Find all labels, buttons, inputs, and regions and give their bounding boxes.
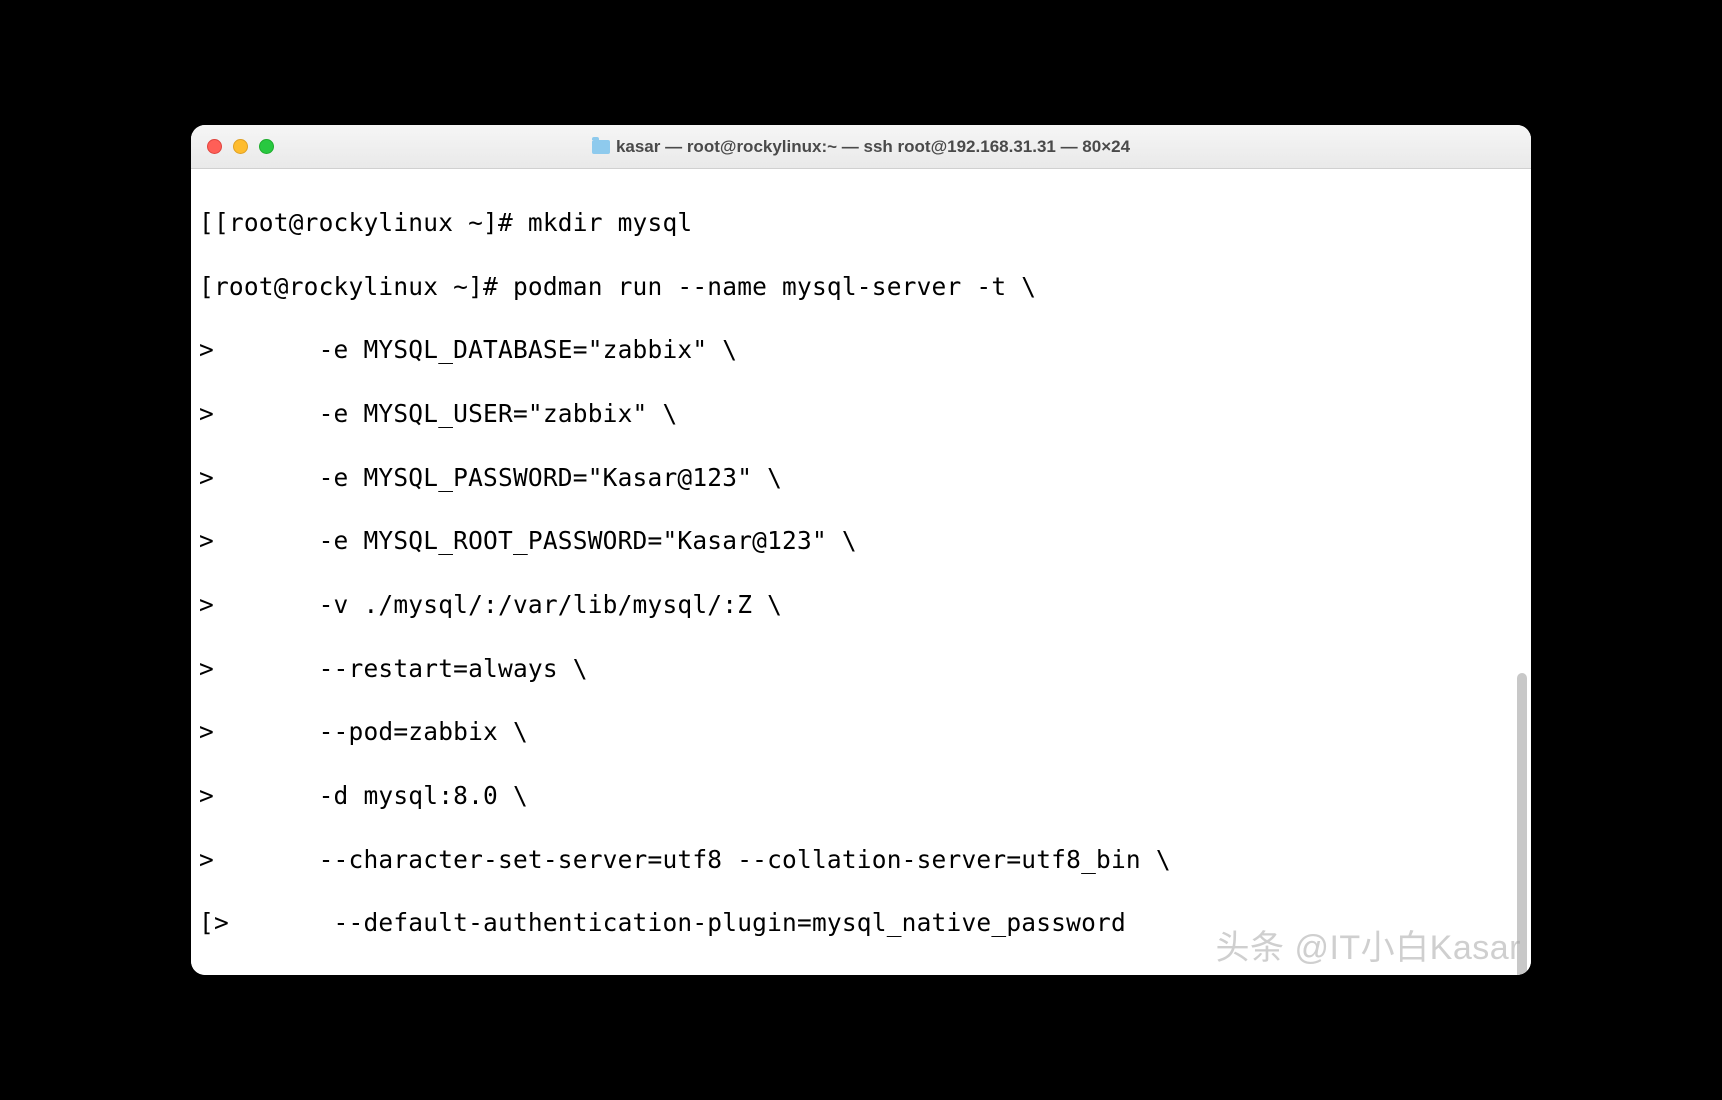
folder-icon [592, 140, 610, 154]
terminal-line: > -e MYSQL_DATABASE="zabbix" \ [199, 334, 1523, 366]
close-button[interactable] [207, 139, 222, 154]
window-title-text: kasar — root@rockylinux:~ — ssh root@192… [616, 137, 1130, 157]
terminal-line: > --restart=always \ [199, 653, 1523, 685]
traffic-lights [207, 139, 274, 154]
terminal-line: > -e MYSQL_PASSWORD="Kasar@123" \ [199, 462, 1523, 494]
terminal-window: kasar — root@rockylinux:~ — ssh root@192… [191, 125, 1531, 975]
terminal-body[interactable]: [[root@rockylinux ~]# mkdir mysql [root@… [191, 169, 1531, 975]
title-bar: kasar — root@rockylinux:~ — ssh root@192… [191, 125, 1531, 169]
terminal-line: a2be068a8d4380e47be4c4affeb3dae4937912e4… [199, 971, 1523, 975]
maximize-button[interactable] [259, 139, 274, 154]
terminal-line: [root@rockylinux ~]# podman run --name m… [199, 271, 1523, 303]
terminal-line: > --character-set-server=utf8 --collatio… [199, 844, 1523, 876]
terminal-line: > -v ./mysql/:/var/lib/mysql/:Z \ [199, 589, 1523, 621]
minimize-button[interactable] [233, 139, 248, 154]
terminal-line: > --pod=zabbix \ [199, 716, 1523, 748]
terminal-line: > -e MYSQL_ROOT_PASSWORD="Kasar@123" \ [199, 525, 1523, 557]
terminal-line: > -d mysql:8.0 \ [199, 780, 1523, 812]
scrollbar-thumb[interactable] [1517, 673, 1527, 975]
window-title: kasar — root@rockylinux:~ — ssh root@192… [191, 137, 1531, 157]
terminal-line: [[root@rockylinux ~]# mkdir mysql [199, 207, 1523, 239]
scrollbar[interactable] [1517, 609, 1527, 967]
terminal-line: [> --default-authentication-plugin=mysql… [199, 907, 1523, 939]
terminal-line: > -e MYSQL_USER="zabbix" \ [199, 398, 1523, 430]
